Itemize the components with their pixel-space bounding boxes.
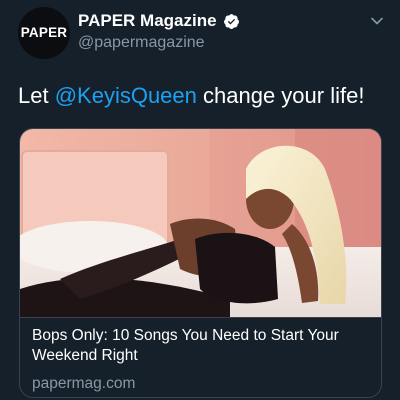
tweet-header: PAPER Magazine @papermagazine bbox=[78, 10, 240, 54]
card-domain[interactable]: papermag.com bbox=[32, 374, 369, 394]
link-card[interactable]: Bops Only: 10 Songs You Need to Start Yo… bbox=[19, 128, 382, 398]
tweet-text-prefix: Let bbox=[18, 83, 55, 108]
chevron-down-icon[interactable] bbox=[370, 14, 384, 28]
card-body: Bops Only: 10 Songs You Need to Start Yo… bbox=[20, 317, 381, 397]
display-name[interactable]: PAPER Magazine bbox=[78, 10, 217, 32]
tweet-text: Let @KeyisQueen change your life! bbox=[18, 82, 364, 110]
handle[interactable]: @papermagazine bbox=[78, 32, 240, 54]
avatar-logo-text: PAPER bbox=[20, 25, 68, 41]
card-title[interactable]: Bops Only: 10 Songs You Need to Start Yo… bbox=[32, 326, 369, 366]
card-image bbox=[20, 129, 381, 317]
tweet-text-suffix: change your life! bbox=[196, 83, 365, 108]
verified-badge-icon bbox=[223, 13, 239, 29]
tweet[interactable]: PAPER PAPER Magazine @papermagazine Let … bbox=[0, 0, 400, 400]
avatar[interactable]: PAPER bbox=[18, 7, 70, 59]
name-row: PAPER Magazine bbox=[78, 10, 240, 32]
mention-link[interactable]: @KeyisQueen bbox=[55, 83, 197, 108]
